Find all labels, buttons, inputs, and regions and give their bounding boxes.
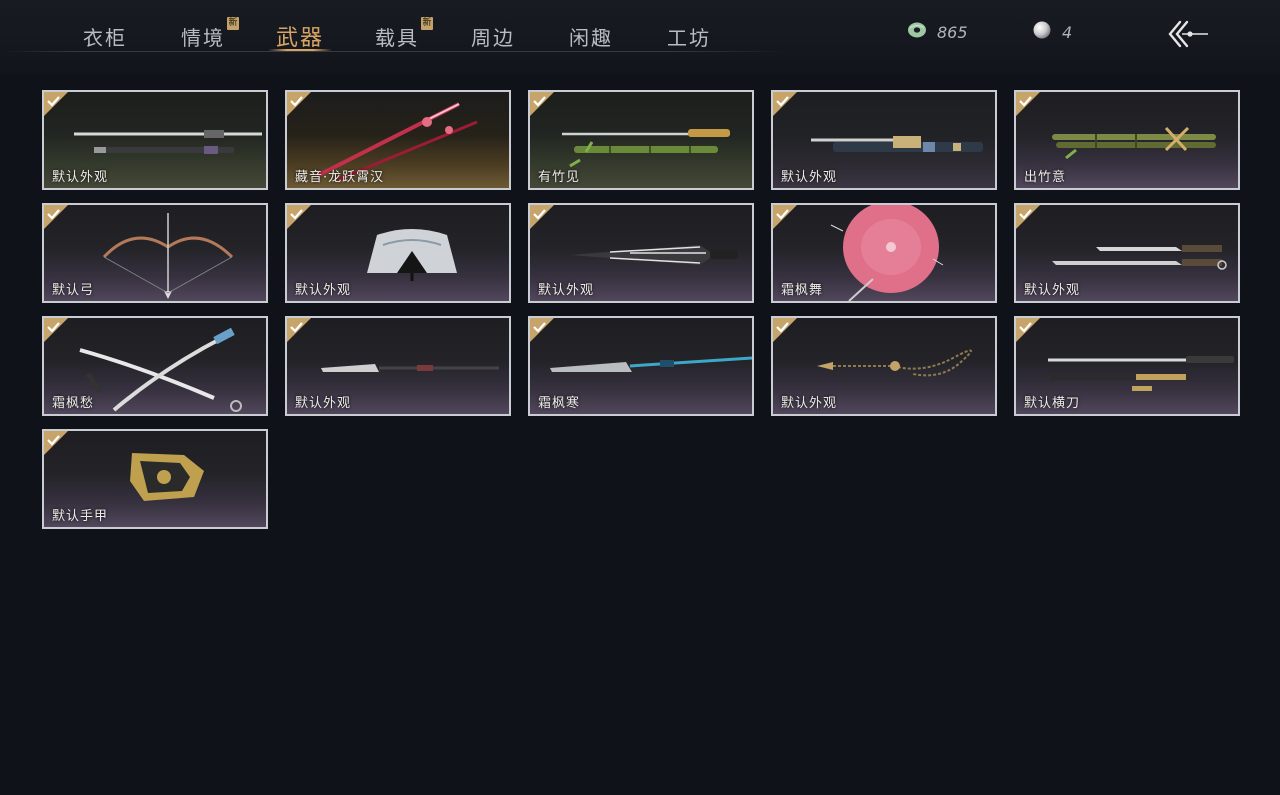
weapon-card[interactable]: 默认外观: [771, 316, 997, 416]
weapon-card[interactable]: 霜枫愁: [42, 316, 268, 416]
weapon-card[interactable]: 默认外观: [771, 90, 997, 190]
jade-currency: 865: [907, 21, 968, 43]
tab-workshop[interactable]: 工坊: [667, 22, 711, 50]
item-name: 默认外观: [295, 283, 352, 298]
jade-amount: 865: [937, 22, 968, 42]
item-name: 霜枫寒: [538, 396, 581, 411]
top-nav-bar: 衣柜 情境 新 武器 载具 新 周边 闲趣 工坊 865 4: [0, 0, 1280, 75]
weapon-card[interactable]: 藏音·龙跃霄汉: [285, 90, 511, 190]
tab-label: 周边: [471, 26, 515, 50]
item-name: 默认手甲: [52, 509, 109, 524]
weapon-card[interactable]: 霜枫寒: [528, 316, 754, 416]
tab-label: 工坊: [667, 26, 711, 50]
weapon-card[interactable]: 默认弓: [42, 203, 268, 303]
weapon-card[interactable]: 默认外观: [1014, 203, 1240, 303]
owned-check-icon: [1016, 205, 1040, 229]
tab-vehicles[interactable]: 载具 新: [375, 17, 433, 50]
weapon-card[interactable]: 出竹意: [1014, 90, 1240, 190]
pearl-currency: 4: [1032, 21, 1072, 43]
weapon-card[interactable]: 霜枫舞: [771, 203, 997, 303]
owned-check-icon: [287, 92, 311, 116]
item-name: 默认外观: [538, 283, 595, 298]
weapon-card[interactable]: 有竹见: [528, 90, 754, 190]
owned-check-icon: [773, 205, 797, 229]
item-name: 默认横刀: [1024, 396, 1081, 411]
item-name: 默认外观: [1024, 283, 1081, 298]
item-name: 默认外观: [781, 396, 838, 411]
item-name: 霜枫愁: [52, 396, 95, 411]
item-name: 有竹见: [538, 170, 581, 185]
owned-check-icon: [44, 431, 68, 455]
item-name: 霜枫舞: [781, 283, 824, 298]
active-tab-indicator: [268, 49, 333, 51]
tab-label: 情境: [181, 26, 225, 50]
owned-check-icon: [1016, 92, 1040, 116]
weapon-card[interactable]: 默认外观: [42, 90, 268, 190]
pearl-icon: [1032, 20, 1052, 44]
tab-label: 载具: [375, 26, 419, 50]
item-name: 默认弓: [52, 283, 95, 298]
pearl-amount: 4: [1062, 22, 1073, 42]
weapon-card[interactable]: 默认手甲: [42, 429, 268, 529]
owned-check-icon: [530, 92, 554, 116]
weapon-card[interactable]: 默认外观: [285, 316, 511, 416]
weapon-card[interactable]: 默认外观: [285, 203, 511, 303]
item-name: 出竹意: [1024, 170, 1067, 185]
owned-check-icon: [773, 318, 797, 342]
owned-check-icon: [44, 92, 68, 116]
item-name: 默认外观: [295, 396, 352, 411]
new-badge: 新: [227, 17, 239, 30]
owned-check-icon: [530, 205, 554, 229]
tab-scenes[interactable]: 情境 新: [181, 17, 239, 50]
owned-check-icon: [44, 318, 68, 342]
item-name: 默认外观: [52, 170, 109, 185]
back-arrow-icon: [1166, 20, 1210, 54]
tab-label: 闲趣: [569, 26, 613, 50]
owned-check-icon: [1016, 318, 1040, 342]
back-button[interactable]: [1166, 18, 1210, 50]
item-name: 默认外观: [781, 170, 838, 185]
tab-merch[interactable]: 周边: [471, 22, 515, 50]
owned-check-icon: [44, 205, 68, 229]
tab-wardrobe[interactable]: 衣柜: [83, 22, 127, 50]
weapon-card[interactable]: 默认外观: [528, 203, 754, 303]
tab-leisure[interactable]: 闲趣: [569, 22, 613, 50]
owned-check-icon: [287, 318, 311, 342]
tab-label: 衣柜: [83, 26, 127, 50]
item-name: 藏音·龙跃霄汉: [295, 170, 385, 185]
nav-divider: [0, 51, 790, 52]
tab-weapons[interactable]: 武器: [268, 20, 333, 51]
owned-check-icon: [773, 92, 797, 116]
tab-label: 武器: [276, 26, 325, 51]
weapon-card[interactable]: 默认横刀: [1014, 316, 1240, 416]
owned-check-icon: [287, 205, 311, 229]
jade-coin-icon: [907, 21, 927, 43]
owned-check-icon: [530, 318, 554, 342]
new-badge: 新: [421, 17, 433, 30]
